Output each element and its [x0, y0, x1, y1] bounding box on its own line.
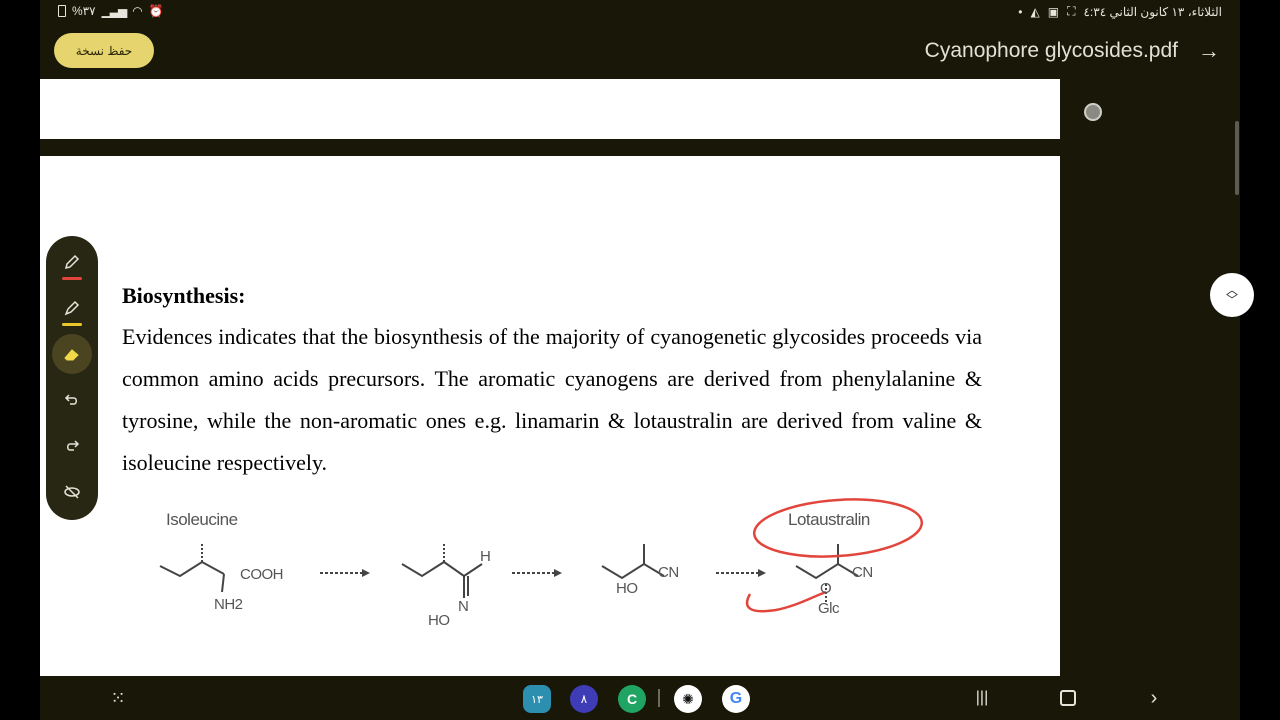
pdf-page-current: Biosynthesis: Evidences indicates that t…	[40, 156, 1060, 676]
hide-annotations-button[interactable]	[52, 472, 92, 512]
home-icon	[1060, 690, 1076, 706]
group-o: O	[820, 580, 832, 597]
group-nh2: NH2	[214, 596, 243, 613]
status-left: %٣٧ ▁▃▅ ◠ ⏰	[58, 4, 164, 18]
signal-icon: ▁▃▅	[101, 4, 128, 18]
pdf-page-previous	[40, 79, 1060, 139]
lotaustralin-skeleton	[795, 562, 859, 580]
group-cn-1: CN	[658, 564, 679, 581]
datetime: الثلاثاء، ١٣ كانون الثاني ٤:٣٤	[1083, 4, 1222, 19]
pen-icon	[64, 254, 80, 270]
redo-icon	[67, 440, 80, 451]
status-right: الثلاثاء، ١٣ كانون الثاني ٤:٣٤ ⛶ ▣ ◭ •	[1018, 4, 1222, 19]
undo-icon	[64, 394, 77, 405]
phone-app-label: C	[626, 691, 638, 707]
scroll-indicator-dot[interactable]	[1084, 103, 1102, 121]
group-ho-oxime: HO	[428, 612, 450, 629]
alarm-icon: ⏰	[148, 4, 164, 18]
screen-record-icon: ▣	[1047, 4, 1060, 19]
undo-button[interactable]	[52, 380, 92, 420]
highlighter-icon	[64, 300, 80, 316]
dot-icon: •	[1018, 4, 1023, 19]
arrow-2-head	[554, 569, 562, 577]
group-cooh: COOH	[240, 566, 284, 583]
annotation-toolbar	[46, 236, 98, 520]
wifi-icon: ◠	[132, 4, 143, 18]
red-stroke-annotation	[745, 590, 827, 613]
arrow-1-head	[362, 569, 370, 577]
group-glc: Glc	[818, 600, 840, 617]
highlighter-tool[interactable]	[52, 288, 92, 328]
purple-app-label: ٨	[580, 692, 588, 706]
status-bar: %٣٧ ▁▃▅ ◠ ⏰ الثلاثاء، ١٣ كانون الثاني ٤:…	[40, 0, 1240, 22]
google-app-label: G	[729, 690, 743, 707]
phone-app-icon[interactable]: C	[618, 685, 646, 713]
isoleucine-nh2-bond	[221, 573, 225, 593]
home-button[interactable]	[1060, 686, 1076, 710]
redo-button[interactable]	[52, 426, 92, 466]
scrollbar-thumb[interactable]	[1235, 121, 1239, 195]
highlighter-color-indicator	[62, 323, 82, 326]
section-heading: Biosynthesis:	[122, 283, 246, 308]
system-nav-bar: ⁙ ١٣ ٨ C ✺ G ||| ›	[40, 676, 1240, 720]
pen-color-indicator	[62, 277, 82, 280]
save-copy-button[interactable]: حفظ نسخة	[54, 33, 154, 68]
eraser-tool[interactable]	[52, 334, 92, 374]
calendar-app-label: ١٣	[531, 693, 543, 706]
group-cn-2: CN	[852, 564, 873, 581]
recent-apps-button[interactable]: |||	[972, 686, 992, 710]
eraser-icon	[64, 349, 79, 361]
app-bar: حفظ نسخة Cyanophore glycosides.pdf →	[40, 22, 1240, 79]
battery-percent: %٣٧	[72, 4, 96, 18]
cyanohydrin-skeleton	[601, 562, 665, 580]
tablet-screen: %٣٧ ▁▃▅ ◠ ⏰ الثلاثاء، ١٣ كانون الثاني ٤:…	[40, 0, 1254, 720]
chevron-up-down-icon: ︿ ﹀	[1225, 283, 1238, 307]
battery-icon	[58, 5, 66, 17]
section-paragraph: Evidences indicates that the biosynthesi…	[122, 324, 982, 475]
biosynthesis-figure: Isoleucine Lotaustralin COOH NH2 H N HO …	[150, 496, 950, 666]
back-button[interactable]: ›	[1146, 686, 1162, 710]
arrow-right-icon[interactable]: →	[1198, 38, 1220, 64]
document-title: Cyanophore glycosides.pdf	[924, 39, 1178, 62]
app-drawer-icon[interactable]: ⁙	[108, 686, 128, 710]
hide-annotations-icon	[64, 485, 80, 499]
chatgpt-logo-icon: ✺	[682, 690, 694, 707]
app-icon-purple[interactable]: ٨	[570, 685, 598, 713]
screenshot-icon: ⛶	[1067, 4, 1076, 18]
isoleucine-skeleton	[159, 560, 225, 578]
calendar-app-icon[interactable]: ١٣	[523, 685, 551, 713]
google-app-icon[interactable]: G	[722, 685, 750, 713]
page-navigation-button[interactable]: ︿ ﹀	[1210, 273, 1254, 317]
group-ho-cyanohydrin: HO	[616, 580, 638, 597]
pen-tool[interactable]	[52, 242, 92, 282]
group-n: N	[458, 598, 469, 615]
group-h: H	[480, 548, 491, 565]
chatgpt-app-icon[interactable]: ✺	[674, 685, 702, 713]
vpn-icon: ◭	[1030, 4, 1040, 19]
dock-divider	[658, 689, 660, 707]
arrow-3-head	[758, 569, 766, 577]
oxime-skeleton	[401, 560, 483, 578]
